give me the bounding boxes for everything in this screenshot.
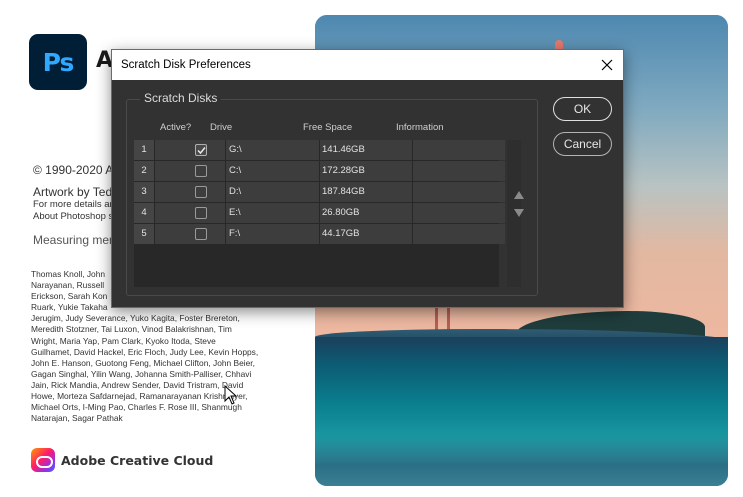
row-index: 3: [134, 182, 154, 202]
column-header-active: Active?: [160, 122, 192, 133]
active-cell: [155, 161, 225, 181]
ok-button[interactable]: OK: [553, 97, 612, 121]
free-space-cell: 44.17GB: [320, 224, 412, 244]
active-cell: [155, 203, 225, 223]
information-cell: [413, 140, 505, 160]
column-header-drive: Drive: [210, 122, 233, 133]
photoshop-logo-text: Ps: [42, 47, 75, 77]
artwork-credit: Artwork by Ted: [33, 185, 113, 199]
row-index: 4: [134, 203, 154, 223]
mouse-cursor-icon: [224, 385, 238, 405]
checkmark-icon: [197, 147, 206, 155]
drive-cell: E:\: [226, 203, 319, 223]
creative-cloud-icon: [31, 448, 55, 472]
credit-line: John E. Hanson, Guotong Feng, Michael Cl…: [31, 357, 255, 368]
table-row[interactable]: 4 E:\ 26.80GB: [134, 203, 505, 224]
credit-line: Meredith Stotzner, Tai Luxon, Vinod Bala…: [31, 324, 232, 335]
drive-cell: G:\: [226, 140, 319, 160]
dialog-titlebar[interactable]: Scratch Disk Preferences: [112, 50, 623, 80]
close-icon: [601, 59, 613, 71]
column-header-free-space: Free Space: [303, 122, 353, 133]
table-row[interactable]: 1 G:\ 141.46GB: [134, 140, 505, 161]
scratch-disks-table: 1 G:\ 141.46GB 2 C:\ 172.28GB 3 D:\ 187.84GB 4 E:\…: [134, 140, 521, 287]
cancel-button[interactable]: Cancel: [553, 132, 612, 156]
scratch-disks-group-label: Scratch Disks: [140, 91, 222, 105]
information-cell: [413, 224, 505, 244]
table-row[interactable]: 2 C:\ 172.28GB: [134, 161, 505, 182]
move-down-arrow-icon[interactable]: [513, 207, 525, 219]
creative-cloud-branding: Adobe Creative Cloud: [31, 448, 213, 472]
information-cell: [413, 203, 505, 223]
table-row[interactable]: 5 F:\ 44.17GB: [134, 224, 505, 245]
free-space-cell: 172.28GB: [320, 161, 412, 181]
row-index: 1: [134, 140, 154, 160]
dialog-title: Scratch Disk Preferences: [121, 59, 251, 71]
credit-line: Gagan Singhal, Yilin Wang, Johanna Smith…: [31, 368, 252, 379]
close-button[interactable]: [595, 53, 619, 77]
credit-line: Natarajan, Sagar Pathak: [31, 413, 123, 424]
credit-line: Wright, Maria Yap, Pam Clark, Kyoko Itod…: [31, 335, 216, 346]
credit-line: Guilhamet, David Hackel, Eric Floch, Jud…: [31, 346, 259, 357]
more-details-text: For more details an: [33, 199, 115, 210]
move-up-arrow-icon[interactable]: [513, 189, 525, 201]
column-header-information: Information: [396, 122, 444, 133]
active-cell: [155, 224, 225, 244]
information-cell: [413, 161, 505, 181]
active-checkbox[interactable]: [195, 228, 207, 240]
loading-status-text: Measuring men: [33, 233, 116, 247]
drive-cell: F:\: [226, 224, 319, 244]
photoshop-logo-icon: Ps: [29, 34, 87, 90]
credit-line: Jerugim, Judy Severance, Yuko Kagita, Fo…: [31, 313, 240, 324]
free-space-cell: 26.80GB: [320, 203, 412, 223]
drive-cell: D:\: [226, 182, 319, 202]
active-checkbox[interactable]: [195, 207, 207, 219]
information-cell: [413, 182, 505, 202]
active-checkbox[interactable]: [195, 165, 207, 177]
active-checkbox[interactable]: [195, 186, 207, 198]
artwork-reef: [315, 435, 728, 486]
free-space-cell: 141.46GB: [320, 140, 412, 160]
row-index: 5: [134, 224, 154, 244]
active-checkbox[interactable]: [195, 144, 207, 156]
about-text: About Photoshop s: [33, 211, 114, 222]
drive-cell: C:\: [226, 161, 319, 181]
credit-line: Michael Orts, I-Ming Pao, Charles F. Ros…: [31, 402, 242, 413]
table-row[interactable]: 3 D:\ 187.84GB: [134, 182, 505, 203]
scratch-disk-preferences-dialog: Scratch Disk Preferences Scratch Disks A…: [111, 49, 624, 308]
creative-cloud-label: Adobe Creative Cloud: [61, 452, 214, 468]
copyright-text: © 1990-2020 A: [33, 163, 114, 177]
active-cell: [155, 140, 225, 160]
credit-line: Howe, Morteza Safdarnejad, Ramanarayanan…: [31, 391, 248, 402]
active-cell: [155, 182, 225, 202]
free-space-cell: 187.84GB: [320, 182, 412, 202]
row-index: 2: [134, 161, 154, 181]
credit-line: Jain, Rick Mandia, Andrew Sender, David …: [31, 379, 244, 390]
